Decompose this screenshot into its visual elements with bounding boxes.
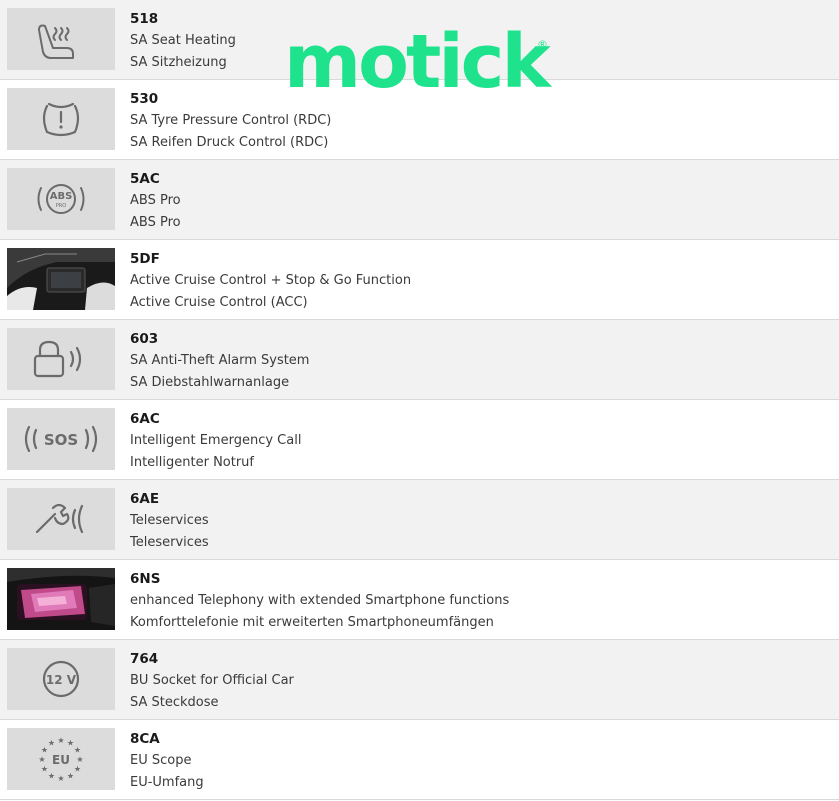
option-name-de: EU-Umfang [130,775,204,790]
abs-pro-icon: ABS PRO [7,168,115,230]
option-name-de: Komforttelefonie mit erweiterten Smartph… [130,615,494,630]
smartphone-compartment-photo [7,568,115,630]
eu-star-icon: ★ [57,774,64,783]
option-row-5df: 5DF Active Cruise Control + Stop & Go Fu… [0,240,839,320]
lock-alarm-icon [7,328,115,390]
eu-star-icon: ★ [48,772,55,781]
option-code: 764 [130,651,159,667]
option-row-8ca: EU ★ ★ ★ ★ ★ ★ ★ ★ ★ ★ ★ ★ 8CA EU Scope EU-Umfang [0,720,839,800]
option-name-en: BU Socket for Official Car [130,673,294,688]
abs-icon-subtext: PRO [56,203,66,209]
option-name-de: SA Sitzheizung [130,55,227,70]
option-name-en: SA Seat Heating [130,33,236,48]
eu-star-icon: ★ [74,765,81,774]
option-code: 6AE [130,491,160,507]
option-name-en: ABS Pro [130,193,181,208]
registered-mark: ® [537,38,548,51]
option-code: 5AC [130,171,160,187]
option-name-de: Intelligenter Notruf [130,455,255,470]
option-code: 603 [130,331,159,347]
option-row-603: 603 SA Anti-Theft Alarm System SA Diebst… [0,320,839,400]
option-row-764: 12 V 764 BU Socket for Official Car SA S… [0,640,839,720]
option-name-de: SA Steckdose [130,695,219,710]
option-name-de: ABS Pro [130,215,181,230]
eu-star-icon: ★ [74,746,81,755]
option-code: 5DF [130,251,160,267]
option-code: 6NS [130,571,161,587]
eu-star-icon: ★ [76,755,83,764]
option-name-en: Active Cruise Control + Stop & Go Functi… [130,273,412,288]
eu-star-icon: ★ [67,772,74,781]
option-name-de: Active Cruise Control (ACC) [130,295,308,310]
option-name-en: Intelligent Emergency Call [130,433,302,448]
option-code: 530 [130,91,159,107]
socket-12v-icon: 12 V [7,648,115,710]
socket-icon-text: 12 V [46,673,77,687]
cruise-control-photo [7,248,115,310]
eu-star-icon: ★ [38,755,45,764]
option-name-en: Teleservices [130,513,209,528]
brand-watermark: motick [284,19,551,105]
option-name-en: EU Scope [130,753,192,768]
sos-icon-text: SOS [44,431,78,449]
option-row-6ns: 6NS enhanced Telephony with extended Sma… [0,560,839,640]
option-code: 518 [130,11,159,27]
option-name-de: Teleservices [130,535,209,550]
eu-icon-text: EU [52,753,70,767]
option-name-en: SA Anti-Theft Alarm System [130,353,310,368]
eu-star-icon: ★ [41,765,48,774]
option-code: 6AC [130,411,160,427]
option-row-5ac: ABS PRO 5AC ABS Pro ABS Pro [0,160,839,240]
option-code: 8CA [130,731,160,747]
option-row-6ae: 6AE Teleservices Teleservices [0,480,839,560]
option-name-de: SA Reifen Druck Control (RDC) [130,135,329,150]
option-name-en: enhanced Telephony with extended Smartph… [130,593,510,608]
tyre-pressure-icon [7,88,115,150]
option-name-de: SA Diebstahlwarnanlage [130,375,290,390]
eu-star-icon: ★ [57,736,64,745]
sos-icon: SOS [7,408,115,470]
seat-heating-icon [7,8,115,70]
eu-star-icon: ★ [48,739,55,748]
option-name-en: SA Tyre Pressure Control (RDC) [130,113,332,128]
eu-stars-icon: EU ★ ★ ★ ★ ★ ★ ★ ★ ★ ★ ★ ★ [7,728,115,790]
option-row-6ac: SOS 6AC Intelligent Emergency Call Intel… [0,400,839,480]
abs-icon-text: ABS [50,191,73,202]
wrench-signal-icon [7,488,115,550]
options-list: 518 SA Seat Heating SA Sitzheizung 530 S… [0,0,839,800]
